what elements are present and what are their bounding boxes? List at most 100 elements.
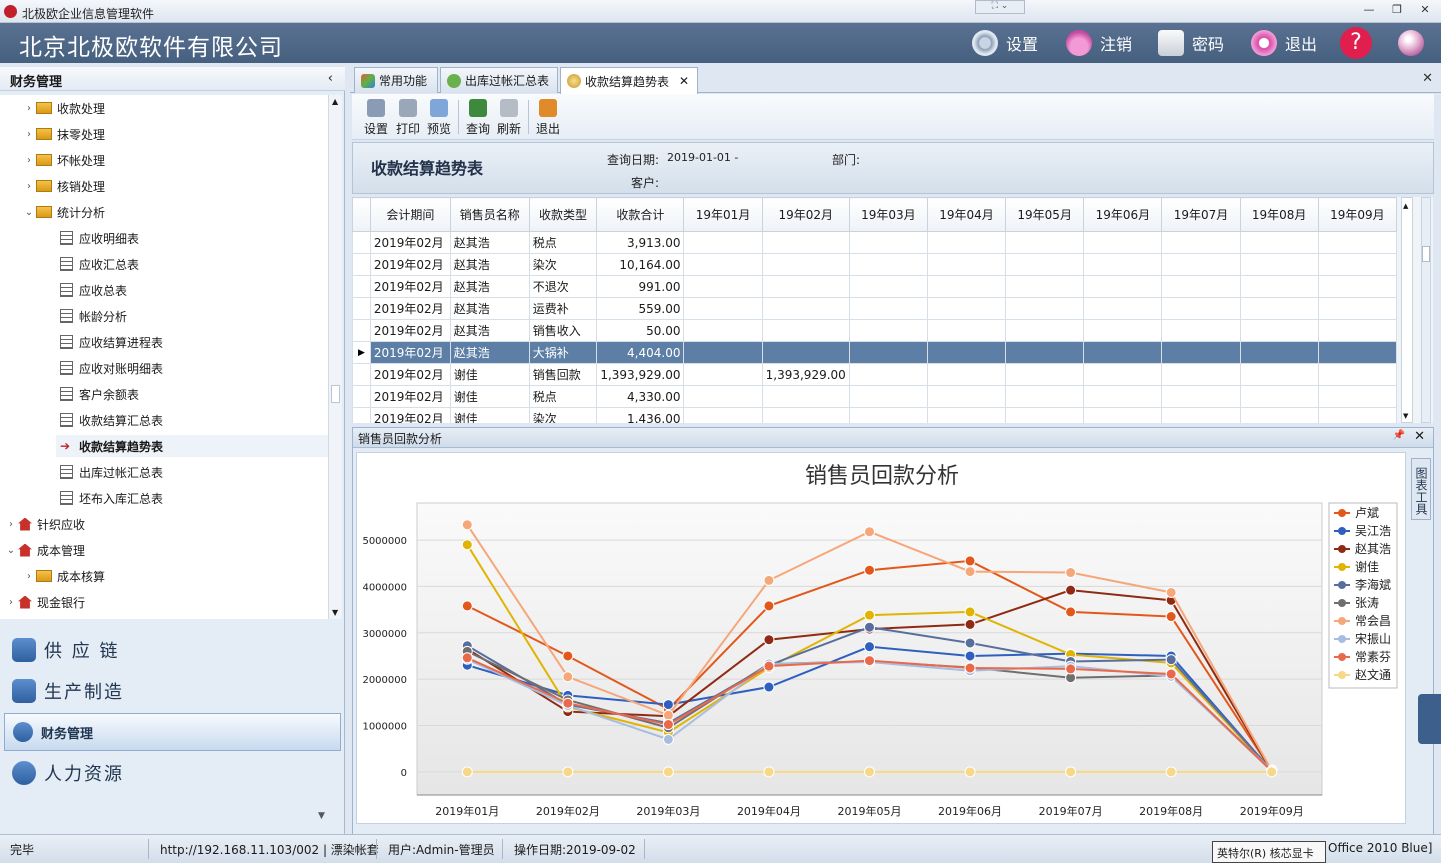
table-cell[interactable]: 赵其浩 xyxy=(449,297,530,320)
tree-item[interactable]: ⌄ 统计分析 xyxy=(22,201,105,223)
column-header[interactable]: 销售员名称 xyxy=(449,197,530,232)
expand-arrow-icon[interactable]: › xyxy=(22,571,36,582)
table-cell[interactable]: 1,393,929.00 xyxy=(761,363,850,386)
table-cell[interactable]: 4,330.00 xyxy=(596,385,685,408)
table-cell[interactable] xyxy=(1239,231,1319,254)
table-cell[interactable] xyxy=(683,407,763,423)
table-cell[interactable] xyxy=(1083,341,1163,364)
table-cell[interactable] xyxy=(1239,341,1319,364)
tree-item[interactable]: ⌄ 成本管理 xyxy=(4,539,85,561)
table-cell[interactable]: 559.00 xyxy=(596,297,685,320)
expand-arrow-icon[interactable]: › xyxy=(22,155,36,166)
row-indicator[interactable] xyxy=(352,363,371,386)
table-cell[interactable]: 10,164.00 xyxy=(596,253,685,276)
globe-button[interactable] xyxy=(1398,28,1432,58)
restore-button[interactable]: ❐ xyxy=(1384,3,1410,19)
table-cell[interactable]: 2019年02月 xyxy=(369,231,451,254)
table-cell[interactable] xyxy=(1317,275,1397,298)
table-row[interactable]: 2019年02月 赵其浩 运费补 559.00 xyxy=(352,297,1397,320)
close-tab-icon[interactable]: ✕ xyxy=(679,74,689,88)
row-indicator[interactable] xyxy=(352,297,371,320)
table-cell[interactable]: 4,404.00 xyxy=(596,341,685,364)
table-cell[interactable]: 赵其浩 xyxy=(449,231,530,254)
table-cell[interactable] xyxy=(848,253,928,276)
table-cell[interactable] xyxy=(848,231,928,254)
table-cell[interactable] xyxy=(848,275,928,298)
grid-vertical-scrollbar[interactable]: ▲ ▼ xyxy=(1401,197,1413,423)
table-row[interactable]: 2019年02月 赵其浩 不退次 991.00 xyxy=(352,275,1397,298)
table-cell[interactable] xyxy=(1083,407,1163,423)
table-cell[interactable]: 2019年02月 xyxy=(369,385,451,408)
tree-scroll-thumb[interactable] xyxy=(331,385,340,403)
table-cell[interactable] xyxy=(926,385,1007,408)
table-cell[interactable] xyxy=(1005,407,1085,423)
table-cell[interactable]: 税点 xyxy=(528,231,598,254)
table-cell[interactable] xyxy=(926,341,1007,364)
table-cell[interactable] xyxy=(761,407,850,423)
table-cell[interactable] xyxy=(761,253,850,276)
table-cell[interactable] xyxy=(761,297,850,320)
table-cell[interactable] xyxy=(1239,297,1319,320)
table-cell[interactable] xyxy=(683,363,763,386)
table-cell[interactable] xyxy=(926,407,1007,423)
table-cell[interactable]: 销售收入 xyxy=(528,319,598,342)
tree-item[interactable]: 应收总表 xyxy=(56,279,127,301)
table-cell[interactable] xyxy=(1317,297,1397,320)
table-cell[interactable]: 2019年02月 xyxy=(369,341,451,364)
table-cell[interactable]: 染次 xyxy=(528,407,598,423)
table-cell[interactable] xyxy=(1161,363,1241,386)
nav-more-icon[interactable]: ▼ xyxy=(318,811,325,821)
table-cell[interactable]: 991.00 xyxy=(596,275,685,298)
table-cell[interactable] xyxy=(848,341,928,364)
table-cell[interactable] xyxy=(1083,253,1163,276)
tree-item[interactable]: 客户余额表 xyxy=(56,383,139,405)
tree-item[interactable]: 收款结算汇总表 xyxy=(56,409,163,431)
table-cell[interactable] xyxy=(683,385,763,408)
row-indicator[interactable] xyxy=(352,253,371,276)
table-cell[interactable] xyxy=(926,363,1007,386)
close-all-tabs-icon[interactable]: ✕ xyxy=(1422,71,1433,86)
table-cell[interactable]: 染次 xyxy=(528,253,598,276)
table-cell[interactable] xyxy=(1239,385,1319,408)
tree-item[interactable]: › 核销处理 xyxy=(22,175,105,197)
tab-common-functions[interactable]: 常用功能 xyxy=(354,67,438,93)
table-cell[interactable] xyxy=(1317,363,1397,386)
table-cell[interactable] xyxy=(1083,363,1163,386)
column-header[interactable]: 19年03月 xyxy=(848,197,928,232)
expand-arrow-icon[interactable]: ⌄ xyxy=(4,545,18,556)
table-cell[interactable] xyxy=(761,319,850,342)
side-widget-icon[interactable] xyxy=(1418,694,1441,744)
tree-item[interactable]: 应收汇总表 xyxy=(56,253,139,275)
tree-item[interactable]: 应收明细表 xyxy=(56,227,139,249)
table-cell[interactable] xyxy=(1317,319,1397,342)
table-cell[interactable] xyxy=(926,319,1007,342)
table-cell[interactable] xyxy=(1005,253,1085,276)
table-cell[interactable] xyxy=(848,385,928,408)
table-cell[interactable]: 谢佳 xyxy=(449,407,530,423)
table-cell[interactable] xyxy=(1005,363,1085,386)
table-cell[interactable] xyxy=(1161,341,1241,364)
close-panel-icon[interactable]: ✕ xyxy=(1414,429,1425,444)
column-header[interactable]: 收款类型 xyxy=(528,197,598,232)
table-cell[interactable] xyxy=(1005,231,1085,254)
table-cell[interactable] xyxy=(1083,385,1163,408)
pin-icon[interactable]: 📌 xyxy=(1393,430,1405,441)
toolbar-exit-button[interactable]: 退出 xyxy=(534,99,562,137)
tree-item[interactable]: › 针织应收 xyxy=(4,513,85,535)
tree-item[interactable]: 坯布入库汇总表 xyxy=(56,487,163,509)
table-cell[interactable]: 谢佳 xyxy=(449,385,530,408)
table-cell[interactable]: 赵其浩 xyxy=(449,275,530,298)
nav-manufacturing[interactable]: 生产制造 xyxy=(4,672,341,710)
toolbar-settings-button[interactable]: 设置 xyxy=(362,99,390,137)
logout-button[interactable]: 注销 xyxy=(1066,28,1132,58)
table-row[interactable]: ▶ 2019年02月 赵其浩 大锅补 4,404.00 xyxy=(352,341,1397,364)
table-cell[interactable]: 赵其浩 xyxy=(449,319,530,342)
scroll-up-icon[interactable]: ▲ xyxy=(332,97,338,106)
expand-arrow-icon[interactable]: › xyxy=(4,597,18,608)
tab-settlement-trend[interactable]: 收款结算趋势表 ✕ xyxy=(560,67,698,94)
expand-arrow-icon[interactable]: › xyxy=(22,129,36,140)
collapse-sidebar-icon[interactable]: ‹ xyxy=(328,71,333,86)
table-cell[interactable] xyxy=(926,297,1007,320)
table-cell[interactable] xyxy=(1317,385,1397,408)
table-row[interactable]: 2019年02月 谢佳 销售回款 1,393,929.00 1,393,929.00 xyxy=(352,363,1397,386)
